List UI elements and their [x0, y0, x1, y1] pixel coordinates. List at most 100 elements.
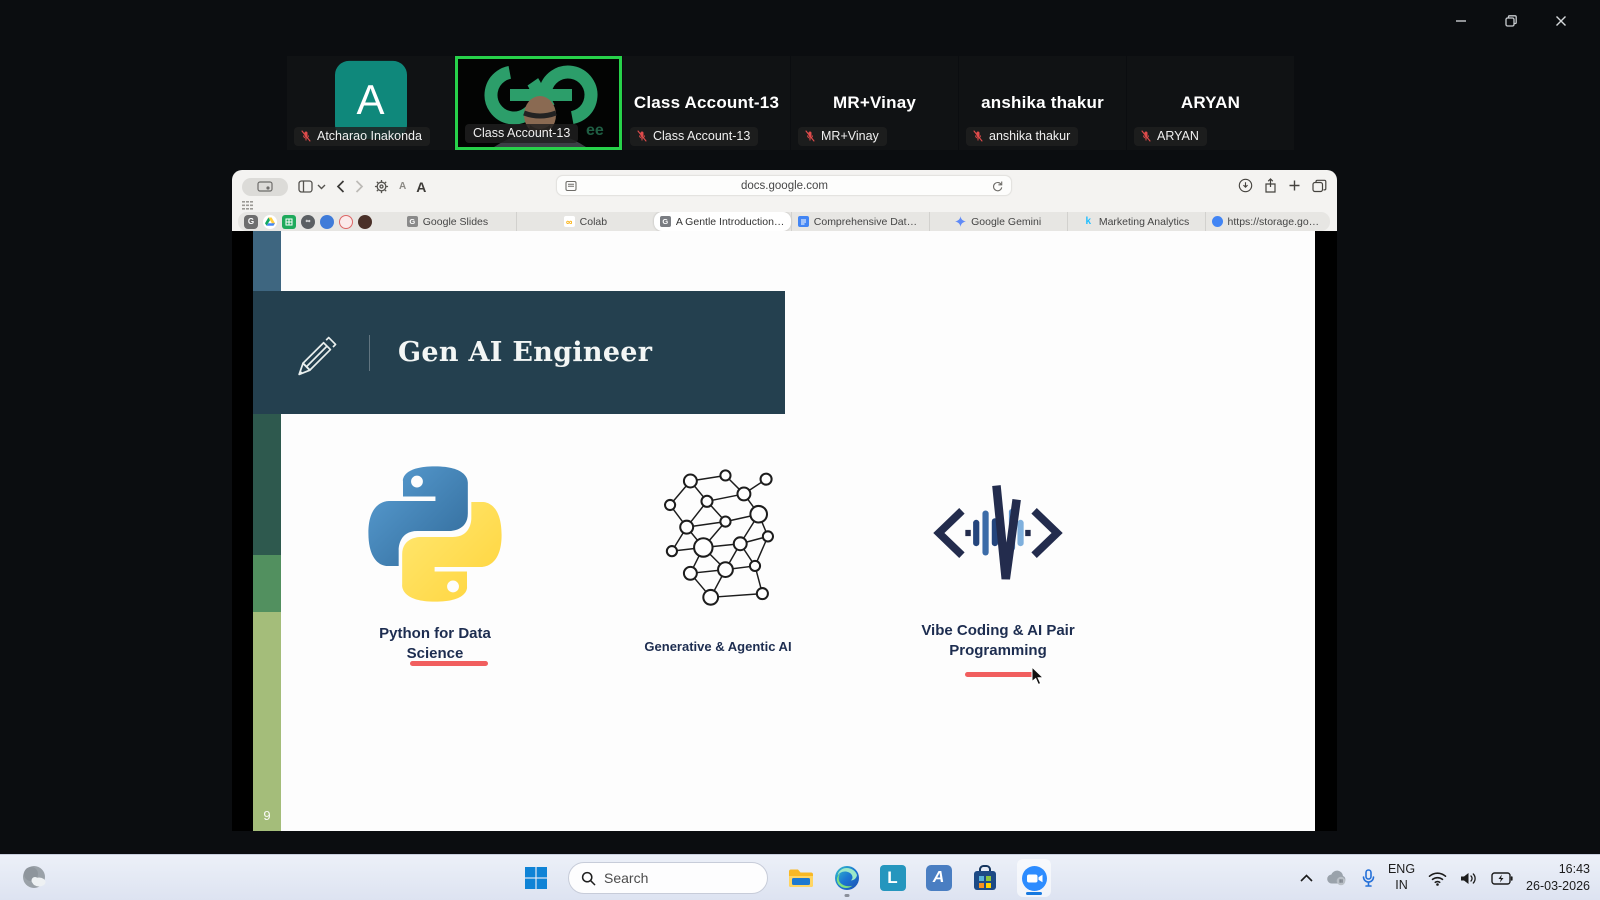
slides-doc-icon: G	[659, 216, 671, 227]
watermark-text: ee	[586, 122, 604, 139]
tab-active-gentle-introduction[interactable]: G A Gentle Introduction to Yo...	[653, 212, 791, 231]
mic-muted-icon	[973, 130, 983, 142]
onedrive-icon[interactable]	[1326, 870, 1349, 886]
address-bar[interactable]: docs.google.com	[556, 175, 1012, 196]
sidebar-icon	[298, 180, 313, 193]
taskbar-search[interactable]	[568, 862, 768, 894]
google-drive-icon	[265, 217, 275, 226]
settings-gear-icon[interactable]	[374, 179, 389, 194]
slide-title: Gen AI Engineer	[398, 337, 653, 368]
forward-button[interactable]	[355, 180, 364, 193]
red-underline	[965, 672, 1038, 677]
weather-icon	[23, 866, 46, 888]
participant-name-text: Class Account-13	[653, 129, 751, 143]
font-smaller-button[interactable]: A	[399, 181, 406, 192]
participant-tile[interactable]: MR+Vinay MR+Vinay	[791, 56, 958, 150]
paint-app-button[interactable]: A	[925, 865, 952, 892]
pinned-tab-gfg-icon[interactable]: G	[244, 214, 258, 229]
zoom-app-icon	[1021, 865, 1047, 891]
clock-date: 26-03-2026	[1526, 879, 1590, 893]
browser-tab-bar: G ∞ G Google Slides ∞ Colab G A Gentle I…	[238, 212, 1330, 231]
tab-marketing-analytics[interactable]: k Marketing Analytics	[1066, 212, 1205, 231]
refresh-icon[interactable]	[992, 180, 1003, 192]
battery-charging-icon[interactable]	[1491, 871, 1513, 885]
participant-tile[interactable]: Class Account-13 Class Account-13	[623, 56, 790, 150]
reader-icon[interactable]	[565, 180, 577, 192]
widgets-weather-button[interactable]	[20, 863, 50, 898]
slide-header-band: Gen AI Engineer	[253, 291, 785, 414]
tab-google-slides[interactable]: G Google Slides	[379, 212, 516, 231]
tab-comprehensive-data-analysis[interactable]: Comprehensive Data Analysi...	[790, 212, 929, 231]
taskbar-clock[interactable]: 16:43 26-03-2026	[1526, 861, 1590, 896]
pinned-tab-avatar-icon[interactable]	[358, 214, 372, 229]
zoom-app-button[interactable]	[1017, 859, 1051, 897]
pinned-tab-blue-app-icon[interactable]	[320, 214, 334, 229]
sidebar-button[interactable]	[298, 180, 326, 193]
slide-page-number: 9	[263, 808, 271, 823]
font-larger-button[interactable]: A	[416, 179, 426, 195]
participant-name-text: Class Account-13	[473, 126, 571, 140]
mic-active-icon[interactable]	[1362, 869, 1375, 887]
tab-storage-googleapis[interactable]: https://storage.googleapis.c...	[1204, 212, 1330, 231]
participant-tile[interactable]: anshika thakur anshika thakur	[959, 56, 1126, 150]
search-input[interactable]	[604, 870, 744, 886]
pinned-tab-red-ring-icon[interactable]	[339, 214, 353, 229]
tab-preview-icon	[257, 181, 273, 192]
pinned-tab-drive-icon[interactable]	[263, 214, 277, 229]
google-slides-icon: G	[406, 216, 418, 227]
back-button[interactable]	[336, 180, 345, 193]
participant-name-text: MR+Vinay	[821, 129, 879, 143]
restore-button[interactable]	[1500, 10, 1522, 32]
minimize-button[interactable]	[1450, 10, 1472, 32]
windows-taskbar: L A	[0, 854, 1600, 900]
participant-tile[interactable]: ARYAN ARYAN	[1127, 56, 1294, 150]
pinned-tab-infinity-icon[interactable]: ∞	[301, 214, 315, 229]
edge-icon	[834, 866, 859, 890]
tab-google-gemini[interactable]: Google Gemini	[928, 212, 1067, 231]
participant-name-text: Atcharao Inakonda	[317, 129, 422, 143]
start-button[interactable]	[522, 865, 549, 892]
windows-logo-icon	[524, 867, 547, 889]
participant-name-text: ARYAN	[1157, 129, 1199, 143]
doc-blue-icon	[797, 216, 809, 227]
tab-overview-button[interactable]	[1312, 179, 1327, 193]
tray-chevron-up-icon[interactable]	[1300, 874, 1313, 882]
participant-tile[interactable]: A Atcharao Inakonda	[287, 56, 454, 150]
store-bag-icon	[973, 865, 996, 890]
edge-browser-button[interactable]	[833, 865, 860, 892]
presentation-slide: 9 Gen AI Engineer Python for Data Scienc…	[253, 231, 1315, 831]
paint-a-icon: A	[925, 865, 952, 891]
download-button[interactable]	[1238, 178, 1253, 193]
chevron-down-icon	[317, 184, 326, 189]
minimize-icon	[1456, 20, 1466, 22]
pinned-tab-sheets-icon[interactable]	[282, 214, 296, 229]
gemini-sparkle-icon	[955, 216, 967, 227]
microsoft-store-button[interactable]	[971, 865, 998, 892]
kaggle-icon: k	[1085, 216, 1092, 227]
participant-name-text: anshika thakur	[989, 129, 1071, 143]
slide-item-label: Python for Data Science	[379, 625, 491, 663]
bookmarks-grid-icon[interactable]	[242, 201, 253, 210]
close-icon	[1556, 16, 1566, 26]
new-tab-button[interactable]	[1288, 179, 1301, 192]
share-button[interactable]	[1264, 177, 1277, 194]
file-explorer-button[interactable]	[787, 865, 814, 892]
volume-icon[interactable]	[1460, 871, 1478, 886]
participant-name-label: ARYAN	[1134, 127, 1207, 146]
app-l-icon: L	[879, 865, 906, 891]
mic-muted-icon	[1141, 130, 1151, 142]
participant-tile-video[interactable]: ee Class Account-13	[455, 56, 622, 150]
tab-colab[interactable]: ∞ Colab	[515, 212, 654, 231]
colab-icon: ∞	[563, 216, 575, 227]
participant-name-label: Class Account-13	[465, 124, 579, 143]
language-indicator[interactable]: ENG IN	[1388, 862, 1415, 893]
app-l-button[interactable]: L	[879, 865, 906, 892]
system-tray: ENG IN 16:43 26-03-2026	[1300, 855, 1590, 900]
wifi-icon[interactable]	[1428, 871, 1447, 886]
clock-time: 16:43	[1558, 861, 1590, 876]
slide-item-label: Generative & Agentic AI	[644, 639, 792, 654]
restore-icon	[1505, 15, 1517, 27]
folder-icon	[788, 869, 813, 887]
close-button[interactable]	[1550, 10, 1572, 32]
tab-preview-button[interactable]	[242, 177, 288, 196]
